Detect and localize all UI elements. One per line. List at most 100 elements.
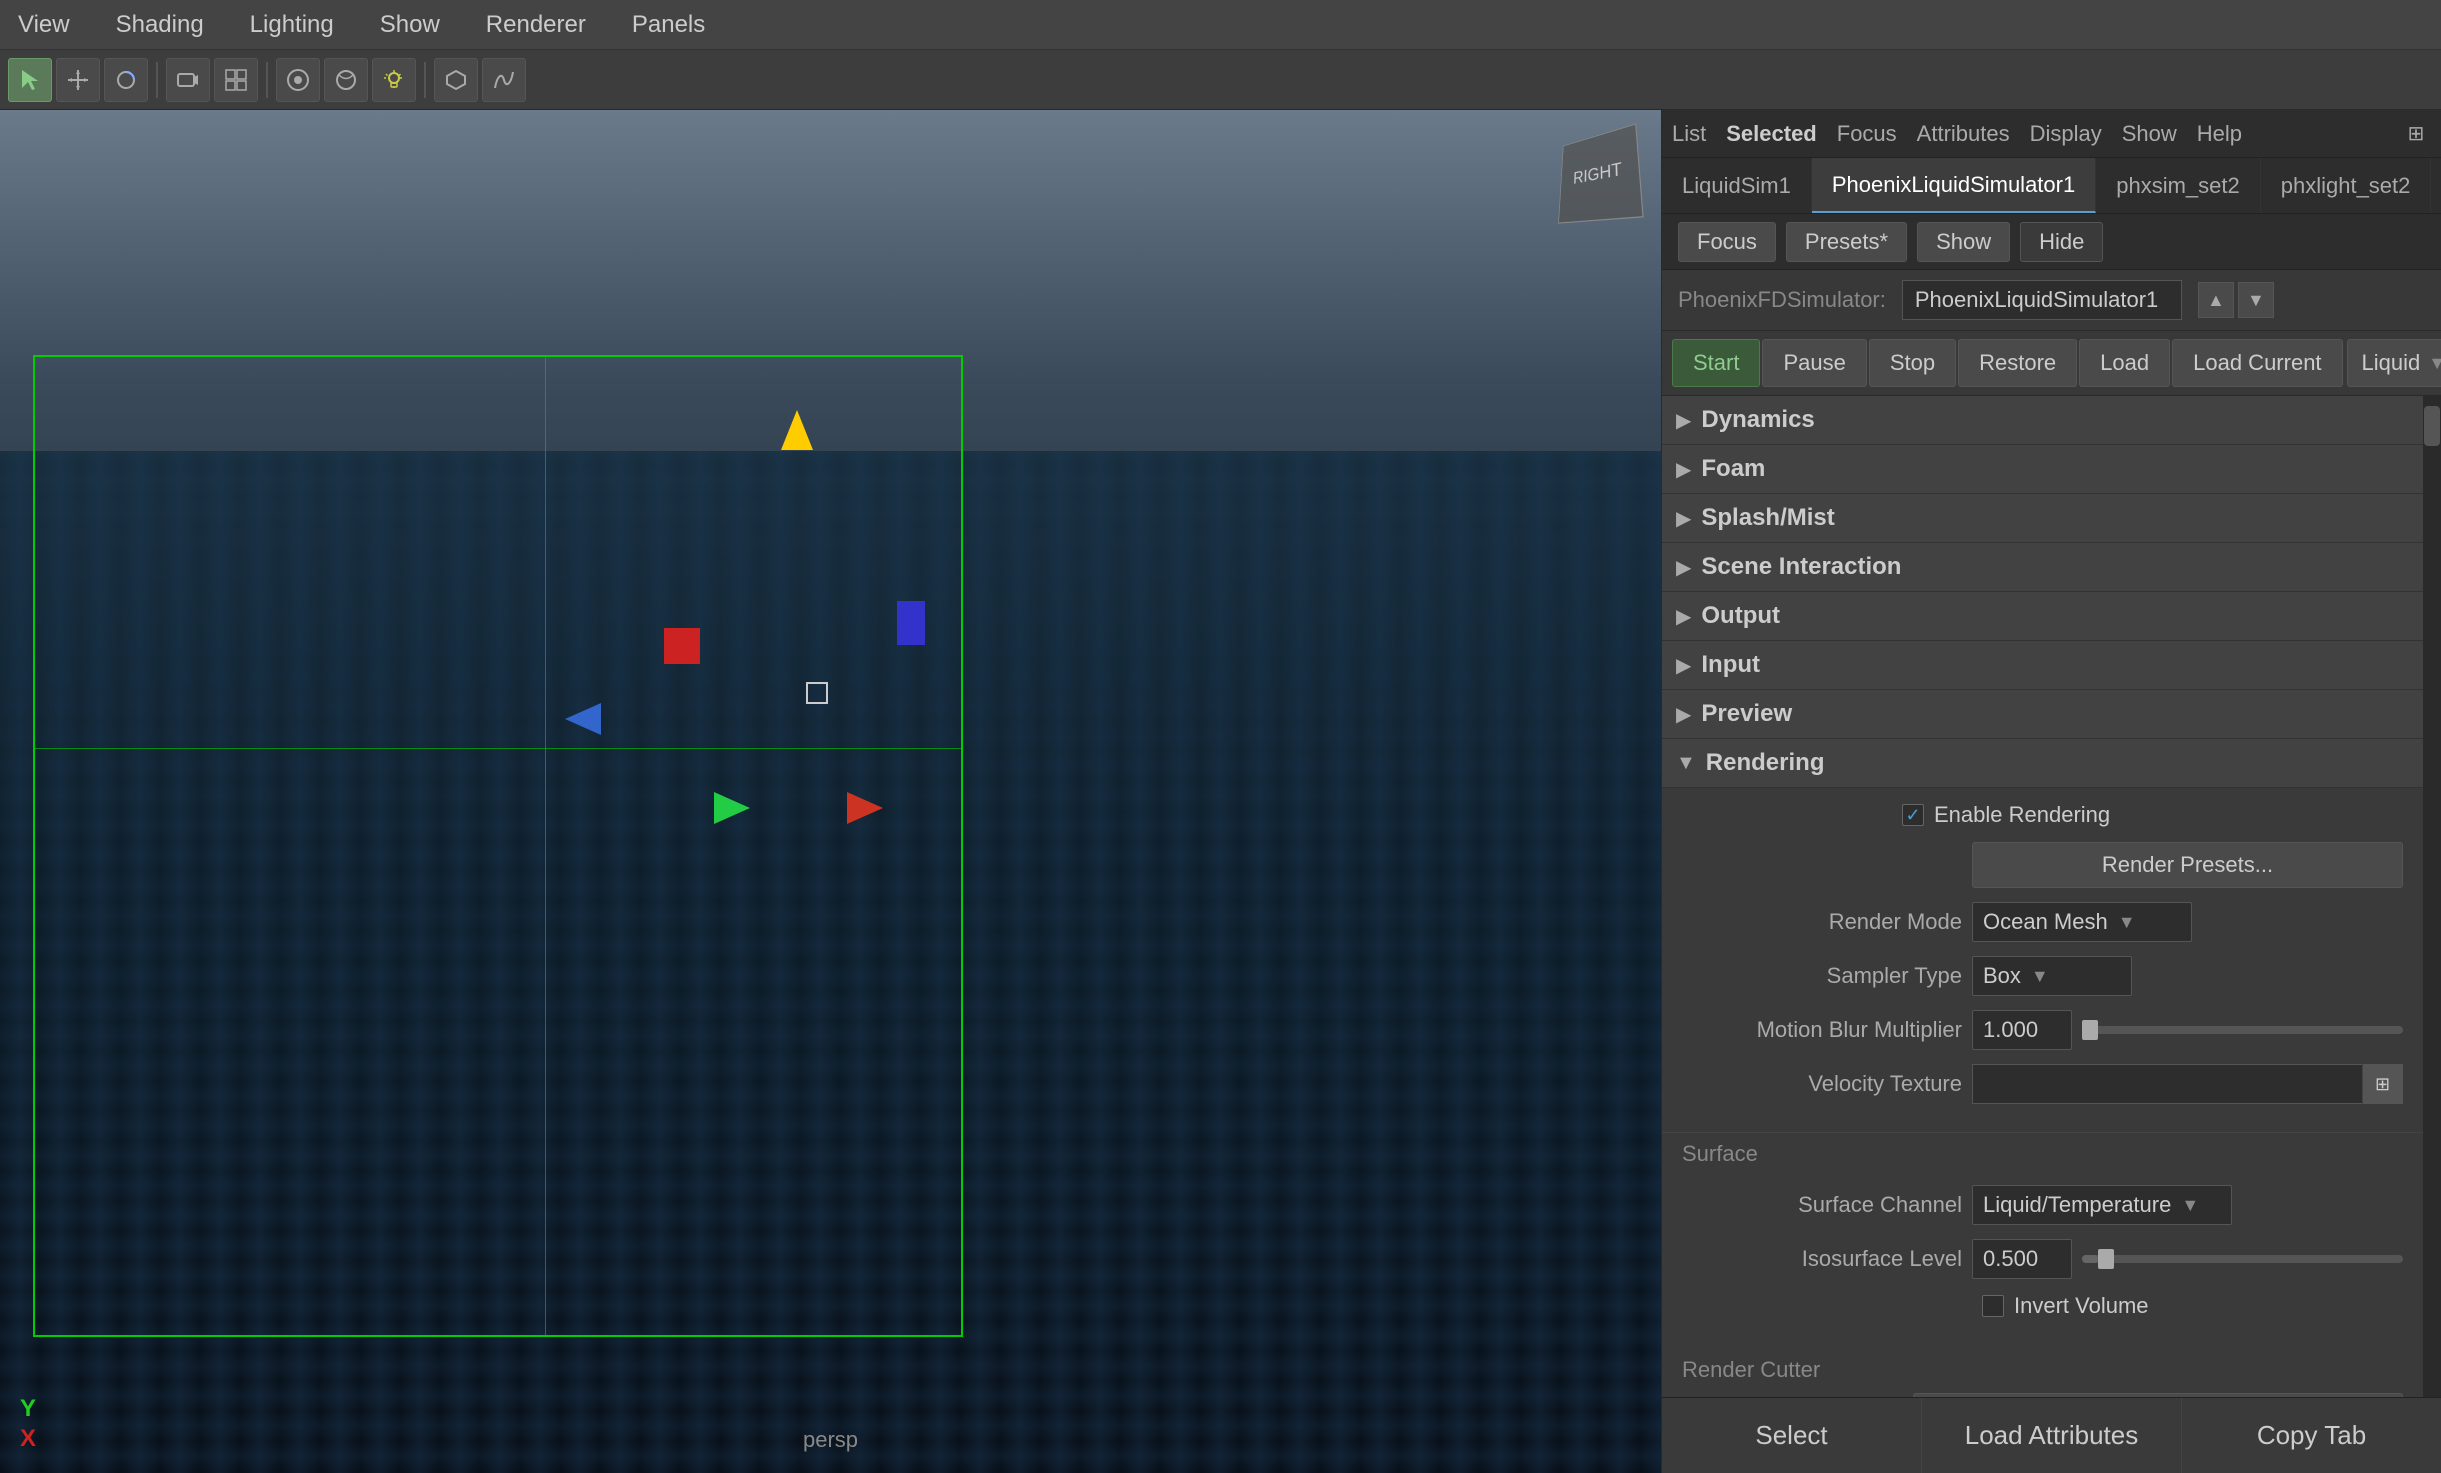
arrow-blue-left	[565, 703, 601, 735]
attr-help-btn[interactable]: Help	[2197, 121, 2242, 147]
section-input[interactable]: ▶ Input	[1662, 641, 2423, 690]
tab-liquidsim1[interactable]: LiquidSim1	[1662, 158, 1812, 213]
right-panel-inner: ▶ Dynamics ▶ Foam ▶ Splash/Mist	[1662, 396, 2441, 1397]
output-title: Output	[1701, 602, 1780, 630]
toolbar-select-btn[interactable]	[8, 58, 52, 102]
section-dynamics[interactable]: ▶ Dynamics	[1662, 396, 2423, 445]
sampler-type-dropdown[interactable]: Box ▼	[1972, 956, 2132, 996]
isosurface-slider[interactable]	[2082, 1255, 2403, 1263]
focus-btn[interactable]: Focus	[1678, 222, 1776, 262]
rendering-form: Enable Rendering Render Presets... Rende…	[1662, 788, 2423, 1132]
attr-selected-btn[interactable]: Selected	[1726, 121, 1817, 147]
foam-title: Foam	[1701, 455, 1765, 483]
axis-x-label: X	[20, 1425, 36, 1453]
attr-focus-btn[interactable]: Focus	[1837, 121, 1897, 147]
load-attributes-btn[interactable]: Load Attributes	[1922, 1398, 2182, 1473]
toolbar-curve-btn[interactable]	[482, 58, 526, 102]
view-cube[interactable]: RIGHT	[1551, 130, 1641, 220]
attr-list-btn[interactable]: List	[1672, 121, 1706, 147]
motion-blur-thumb[interactable]	[2082, 1020, 2098, 1040]
section-foam[interactable]: ▶ Foam	[1662, 445, 2423, 494]
simulator-icon-down[interactable]: ▼	[2238, 282, 2274, 318]
pause-btn[interactable]: Pause	[1762, 339, 1866, 387]
menu-renderer[interactable]: Renderer	[478, 7, 594, 43]
section-preview[interactable]: ▶ Preview	[1662, 690, 2423, 739]
isosurface-row: Isosurface Level	[1682, 1239, 2403, 1279]
menu-panels[interactable]: Panels	[624, 7, 713, 43]
panel-scrollbar[interactable]	[2423, 396, 2441, 1397]
load-btn[interactable]: Load	[2079, 339, 2170, 387]
liquid-dropdown-arrow: ▼	[2428, 353, 2441, 374]
liquid-dropdown-label: Liquid	[2362, 350, 2421, 376]
menu-show[interactable]: Show	[372, 7, 448, 43]
section-splash-mist[interactable]: ▶ Splash/Mist	[1662, 494, 2423, 543]
tab-phoenixliquid[interactable]: PhoenixLiquidSimulator1	[1812, 158, 2096, 213]
render-cutter-label: Render Cutter	[1682, 1357, 2403, 1383]
simulator-value[interactable]: PhoenixLiquidSimulator1	[1902, 280, 2182, 320]
render-mode-dropdown[interactable]: Ocean Mesh ▼	[1972, 902, 2192, 942]
toolbar-material-btn[interactable]	[324, 58, 368, 102]
toolbar-poly-btn[interactable]	[434, 58, 478, 102]
motion-blur-row: Motion Blur Multiplier	[1682, 1010, 2403, 1050]
isosurface-thumb[interactable]	[2098, 1249, 2114, 1269]
isosurface-fill	[2082, 1255, 2098, 1263]
attr-expand-btn[interactable]: ⊞	[2401, 119, 2431, 149]
toolbar-light-btn[interactable]	[372, 58, 416, 102]
menu-lighting[interactable]: Lighting	[242, 7, 342, 43]
attr-attributes-btn[interactable]: Attributes	[1917, 121, 2010, 147]
surface-channel-dropdown[interactable]: Liquid/Temperature ▼	[1972, 1185, 2232, 1225]
toolbar-camera-btn[interactable]	[166, 58, 210, 102]
grid-line-v1	[545, 357, 546, 1334]
velocity-texture-field[interactable]: ⊞	[1972, 1064, 2403, 1104]
tab-phxsim-set2[interactable]: phxsim_set2	[2096, 158, 2261, 213]
menu-shading[interactable]: Shading	[108, 7, 212, 43]
viewport[interactable]: RIGHT Y X persp	[0, 110, 1661, 1473]
isosurface-label: Isosurface Level	[1682, 1246, 1962, 1272]
restore-btn[interactable]: Restore	[1958, 339, 2077, 387]
simulator-icon-up[interactable]: ▲	[2198, 282, 2234, 318]
tab-phxlight-set2[interactable]: phxlight_set2	[2261, 158, 2432, 213]
attr-display-btn[interactable]: Display	[2030, 121, 2102, 147]
panel-content[interactable]: ▶ Dynamics ▶ Foam ▶ Splash/Mist	[1662, 396, 2423, 1397]
toolbar-translate-btn[interactable]	[56, 58, 100, 102]
input-arrow: ▶	[1676, 653, 1691, 678]
start-btn[interactable]: Start	[1672, 339, 1760, 387]
dynamics-arrow: ▶	[1676, 408, 1691, 433]
preview-title: Preview	[1701, 700, 1792, 728]
copy-tab-btn[interactable]: Copy Tab	[2182, 1398, 2441, 1473]
menu-view[interactable]: View	[10, 7, 78, 43]
load-current-btn[interactable]: Load Current	[2172, 339, 2342, 387]
toolbar-grid-btn[interactable]	[214, 58, 258, 102]
invert-volume-checkbox[interactable]	[1982, 1295, 2004, 1317]
presets-btn[interactable]: Presets*	[1786, 222, 1907, 262]
output-arrow: ▶	[1676, 604, 1691, 629]
select-bottom-btn[interactable]: Select	[1662, 1398, 1922, 1473]
surface-channel-value: Liquid/Temperature	[1983, 1192, 2171, 1218]
section-rendering[interactable]: ▼ Rendering	[1662, 739, 2423, 788]
simulator-label: PhoenixFDSimulator:	[1678, 287, 1886, 313]
isosurface-input[interactable]	[1972, 1239, 2072, 1279]
render-presets-btn[interactable]: Render Presets...	[1972, 842, 2403, 888]
tab-ph-etc[interactable]: ph...	[2431, 158, 2441, 213]
toolbar-rotate-btn[interactable]	[104, 58, 148, 102]
motion-blur-input[interactable]	[1972, 1010, 2072, 1050]
toolbar-render-btn[interactable]	[276, 58, 320, 102]
crosshair	[806, 682, 828, 704]
hide-btn[interactable]: Hide	[2020, 222, 2103, 262]
menu-bar: View Shading Lighting Show Renderer Pane…	[0, 0, 2441, 50]
section-output[interactable]: ▶ Output	[1662, 592, 2423, 641]
show-btn[interactable]: Show	[1917, 222, 2010, 262]
toolbar-sep-2	[266, 62, 268, 98]
liquid-dropdown[interactable]: Liquid ▼	[2347, 339, 2441, 387]
invert-volume-label: Invert Volume	[2014, 1293, 2149, 1319]
velocity-texture-browse-btn[interactable]: ⊞	[2362, 1064, 2402, 1104]
grid-bounding-box	[33, 355, 963, 1336]
attr-show-btn[interactable]: Show	[2122, 121, 2177, 147]
stop-btn[interactable]: Stop	[1869, 339, 1956, 387]
scrollbar-thumb[interactable]	[2424, 406, 2440, 446]
motion-blur-slider[interactable]	[2082, 1026, 2403, 1034]
enable-rendering-checkbox[interactable]	[1902, 804, 1924, 826]
enable-rendering-row: Enable Rendering	[1682, 802, 2403, 828]
preview-arrow: ▶	[1676, 702, 1691, 727]
section-scene-interaction[interactable]: ▶ Scene Interaction	[1662, 543, 2423, 592]
